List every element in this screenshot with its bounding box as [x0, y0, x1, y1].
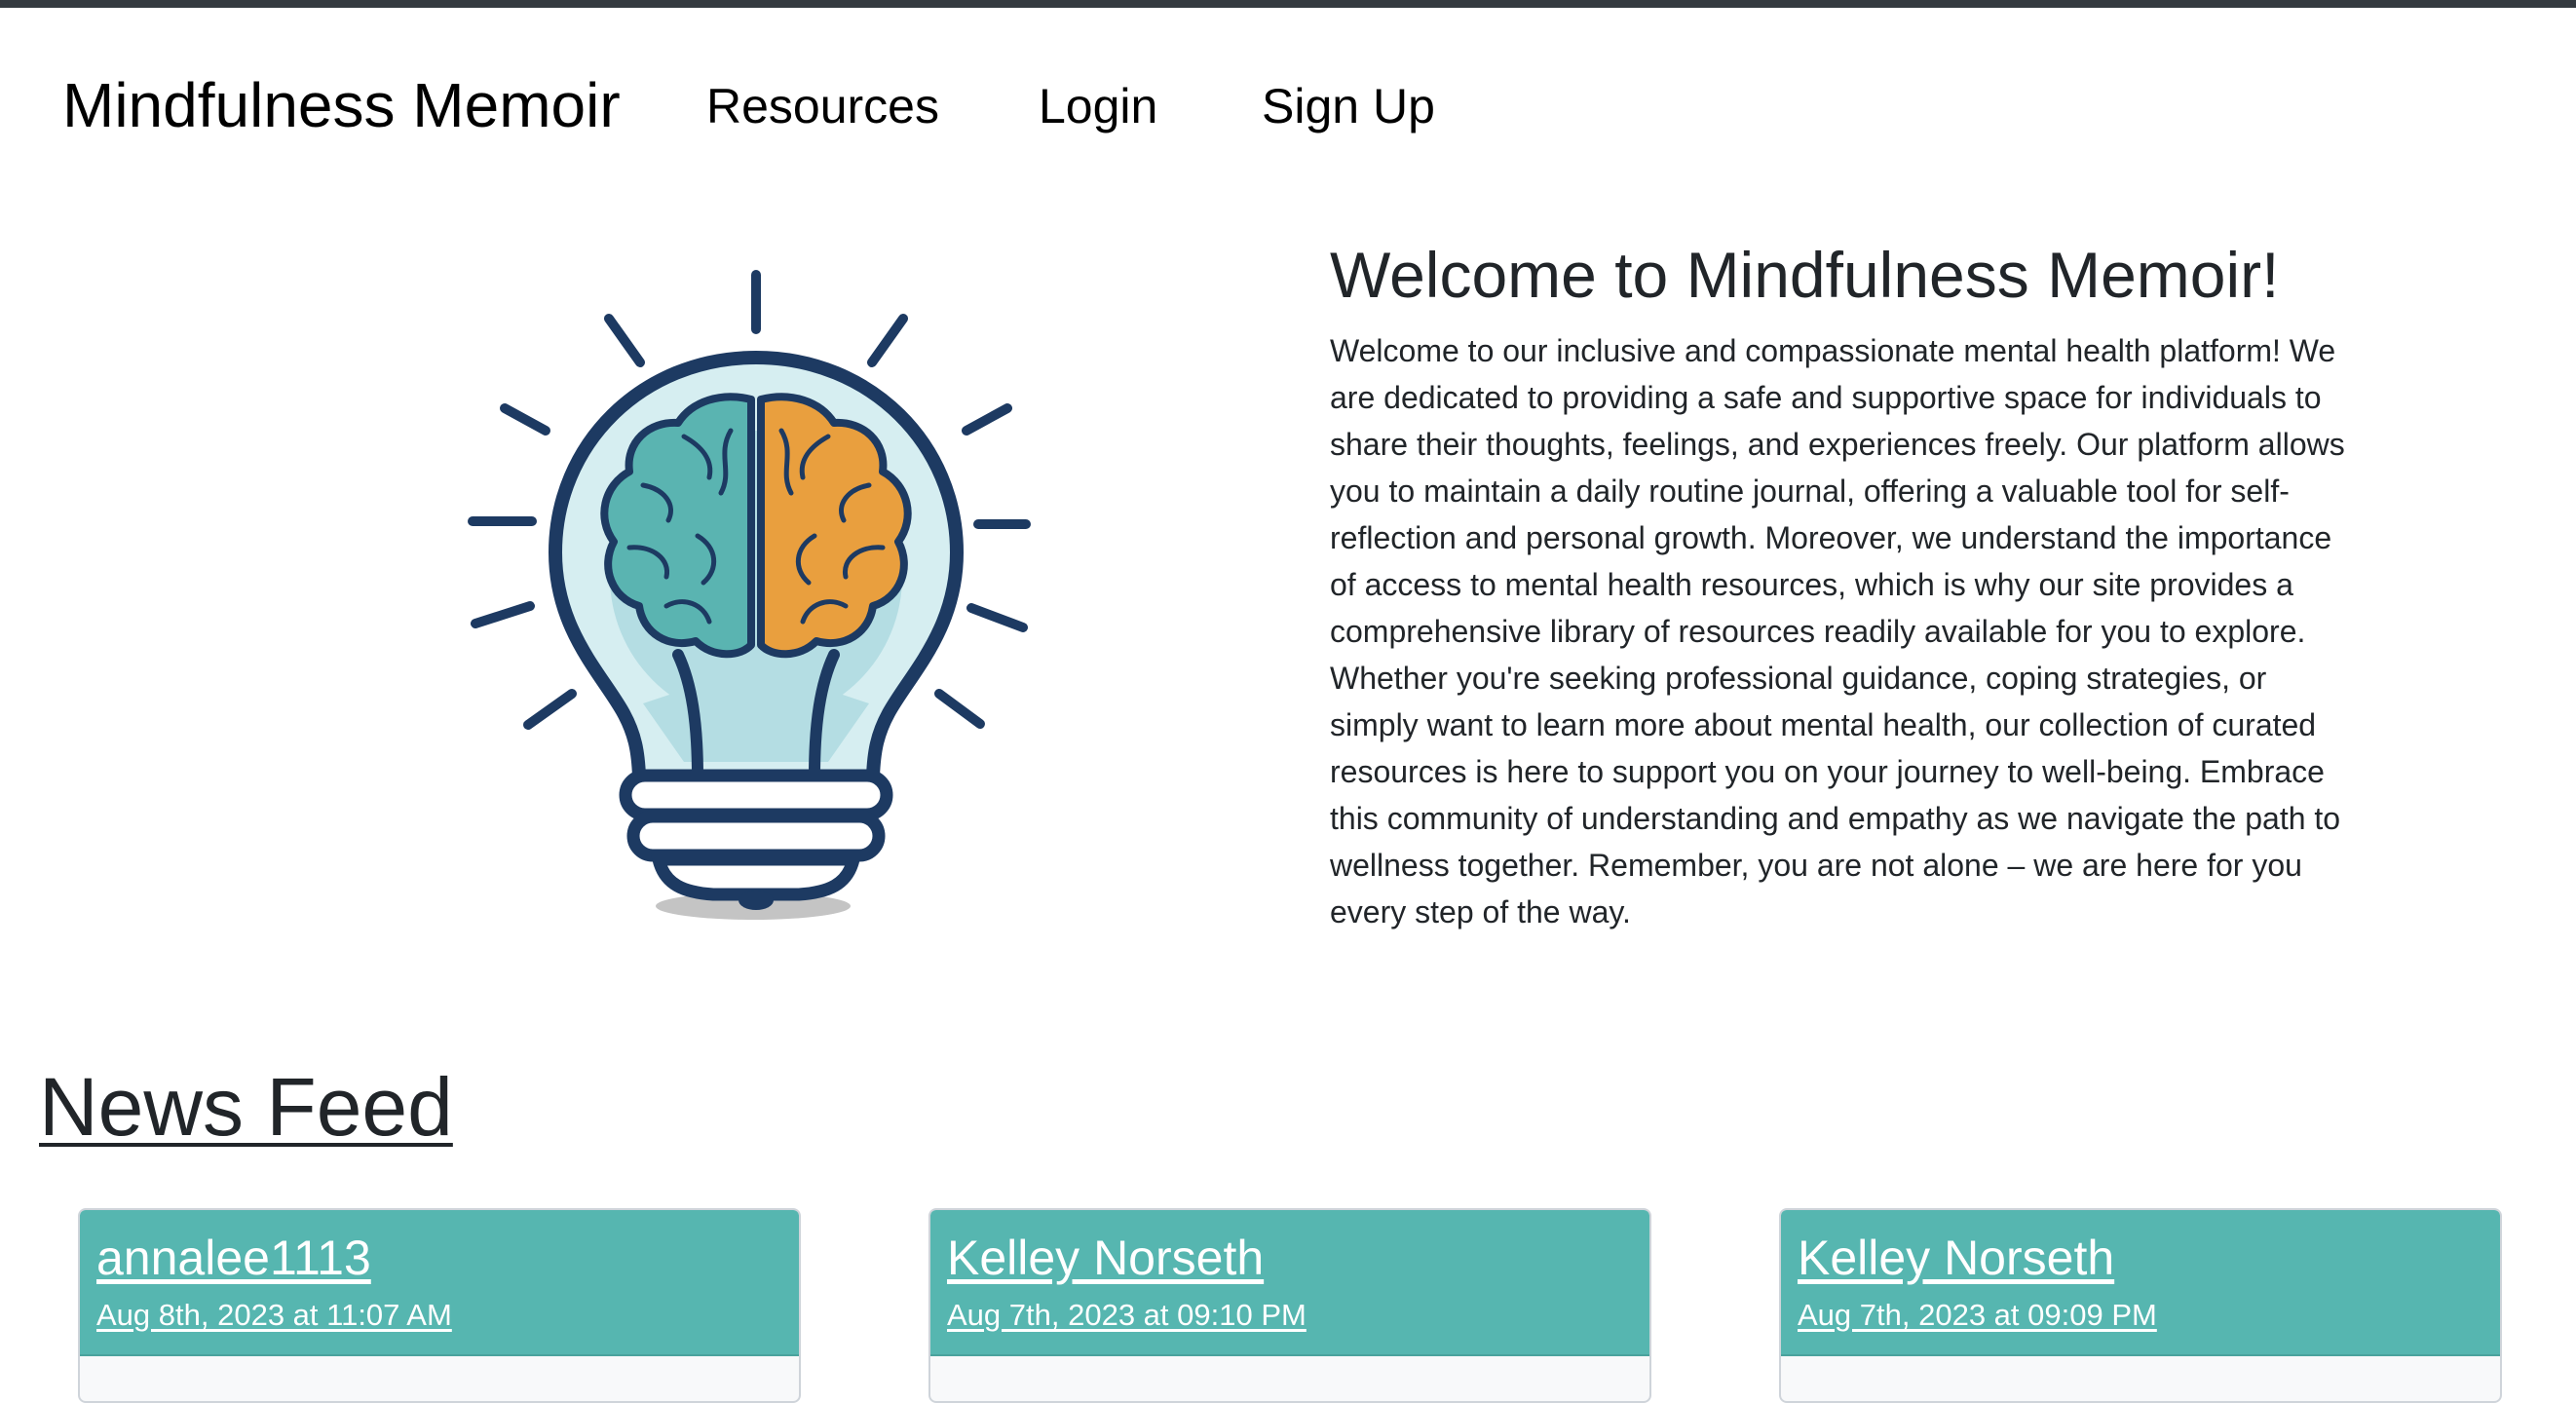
- brand-link[interactable]: Mindfulness Memoir: [62, 68, 621, 142]
- nav-resources-link[interactable]: Resources: [706, 74, 939, 138]
- news-card: Kelley Norseth Aug 7th, 2023 at 09:09 PM: [1779, 1208, 2502, 1403]
- post-author-link[interactable]: annalee1113: [96, 1228, 371, 1288]
- navbar: Mindfulness Memoir Resources Login Sign …: [0, 8, 2576, 193]
- post-date-link[interactable]: Aug 7th, 2023 at 09:10 PM: [947, 1296, 1307, 1335]
- news-card: Kelley Norseth Aug 7th, 2023 at 09:10 PM: [928, 1208, 1651, 1403]
- welcome-heading: Welcome to Mindfulness Memoir!: [1330, 239, 2280, 311]
- news-feed-heading[interactable]: News Feed: [39, 1058, 453, 1156]
- nav-signup-link[interactable]: Sign Up: [1262, 74, 1435, 138]
- post-date-link[interactable]: Aug 8th, 2023 at 11:07 AM: [96, 1296, 452, 1335]
- news-card-header: annalee1113 Aug 8th, 2023 at 11:07 AM: [80, 1210, 799, 1356]
- post-date-link[interactable]: Aug 7th, 2023 at 09:09 PM: [1798, 1296, 2157, 1335]
- lightbulb-brain-icon: [458, 255, 1042, 937]
- news-card-header: Kelley Norseth Aug 7th, 2023 at 09:09 PM: [1781, 1210, 2500, 1356]
- post-author-link[interactable]: Kelley Norseth: [947, 1228, 1264, 1288]
- post-author-link[interactable]: Kelley Norseth: [1798, 1228, 2114, 1288]
- news-card: annalee1113 Aug 8th, 2023 at 11:07 AM: [78, 1208, 801, 1403]
- nav-login-link[interactable]: Login: [1039, 74, 1157, 138]
- welcome-paragraph: Welcome to our inclusive and compassiona…: [1330, 333, 2345, 929]
- top-bar: [0, 0, 2576, 8]
- news-card-header: Kelley Norseth Aug 7th, 2023 at 09:10 PM: [930, 1210, 1649, 1356]
